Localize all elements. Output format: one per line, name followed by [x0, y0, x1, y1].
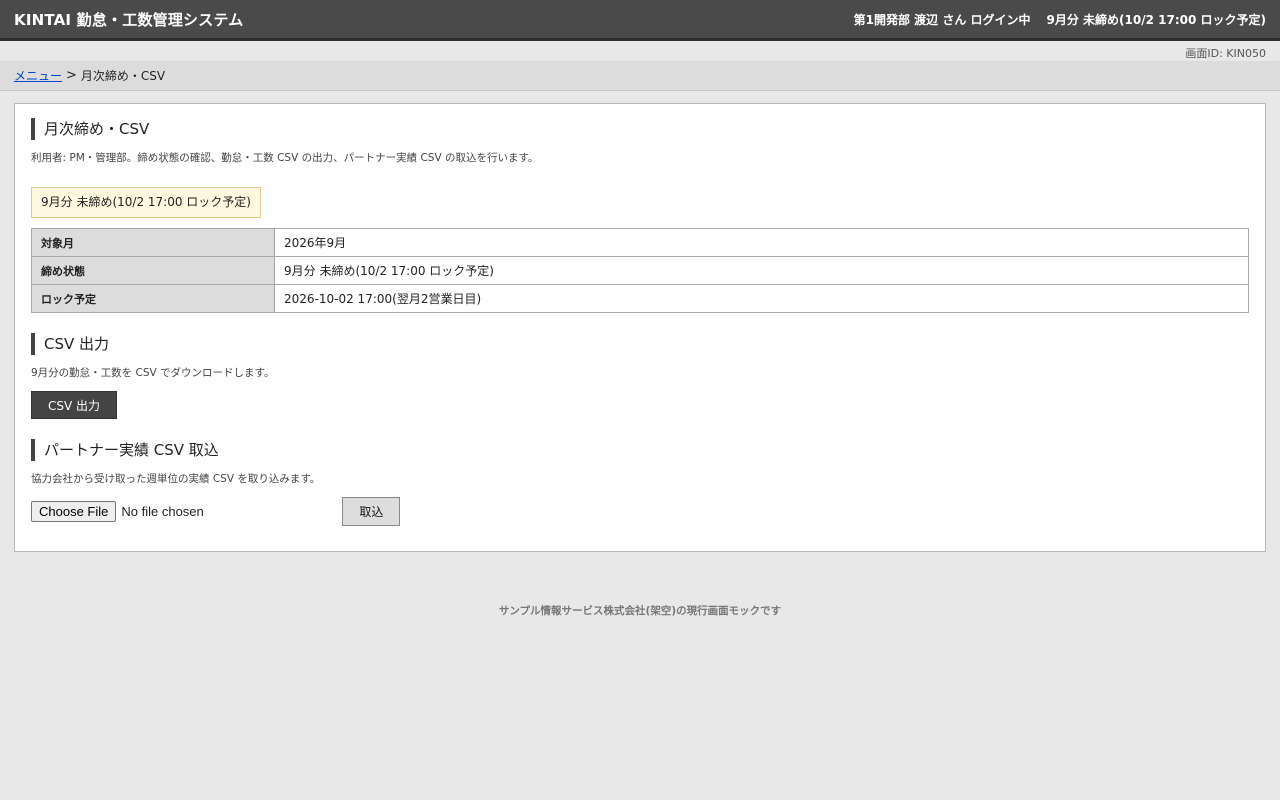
csv-export-description: 9月分の勤怠・工数を CSV でダウンロードします。 [31, 367, 275, 379]
table-row: 対象月 2026年9月 [31, 228, 1249, 257]
row-label-lock-schedule: ロック予定 [31, 284, 275, 313]
page-description: 利用者: PM・管理部。締め状態の確認、勤怠・工数 CSV の出力、パートナー実… [31, 152, 539, 164]
closing-info-table: 対象月 2026年9月 締め状態 9月分 未締め(10/2 17:00 ロック予… [31, 228, 1249, 313]
table-row: ロック予定 2026-10-02 17:00(翌月2営業日目) [31, 284, 1249, 313]
header-closing-status: 9月分 未締め(10/2 17:00 ロック予定) [1046, 12, 1266, 27]
choose-file-button[interactable]: Choose File [31, 501, 117, 522]
csv-export-title: CSV 出力 [31, 333, 1249, 355]
breadcrumb-menu-link[interactable]: メニュー [14, 67, 62, 84]
row-label-target-month: 対象月 [31, 228, 275, 257]
main-panel: 月次締め・CSV 利用者: PM・管理部。締め状態の確認、勤怠・工数 CSV の… [14, 103, 1266, 552]
breadcrumb-separator: > [66, 68, 77, 83]
header-right: 第1開発部 渡辺 さん ログイン中 9月分 未締め(10/2 17:00 ロック… [854, 11, 1266, 28]
file-upload-row: Choose File No file chosen 取込 [31, 497, 1249, 526]
row-label-closing-state: 締め状態 [31, 256, 275, 285]
csv-export-button[interactable]: CSV 出力 [31, 391, 118, 419]
footer-note: サンプル情報サービス株式会社(架空)の現行画面モックです [498, 605, 782, 617]
screen-id: 画面ID: KIN050 [1185, 47, 1266, 60]
import-button[interactable]: 取込 [342, 497, 401, 526]
table-row: 締め状態 9月分 未締め(10/2 17:00 ロック予定) [31, 256, 1249, 285]
top-header: KINTAI 勤怠・工数管理システム 第1開発部 渡辺 さん ログイン中 9月分… [0, 0, 1280, 41]
user-info: 第1開発部 渡辺 さん ログイン中 [853, 12, 1031, 27]
app-title: KINTAI 勤怠・工数管理システム [14, 10, 244, 29]
partner-import-title: パートナー実績 CSV 取込 [31, 439, 1249, 461]
breadcrumb: メニュー > 月次締め・CSV [0, 61, 1280, 91]
page-title: 月次締め・CSV [31, 118, 1249, 140]
row-value-target-month: 2026年9月 [274, 228, 1249, 257]
partner-import-description: 協力会社から受け取った週単位の実績 CSV を取り込みます。 [31, 473, 321, 485]
status-badge: 9月分 未締め(10/2 17:00 ロック予定) [31, 187, 261, 218]
row-value-closing-state: 9月分 未締め(10/2 17:00 ロック予定) [274, 256, 1249, 285]
file-name-text: No file chosen [121, 504, 204, 519]
row-value-lock-schedule: 2026-10-02 17:00(翌月2営業日目) [274, 284, 1249, 313]
breadcrumb-current: 月次締め・CSV [80, 69, 166, 83]
